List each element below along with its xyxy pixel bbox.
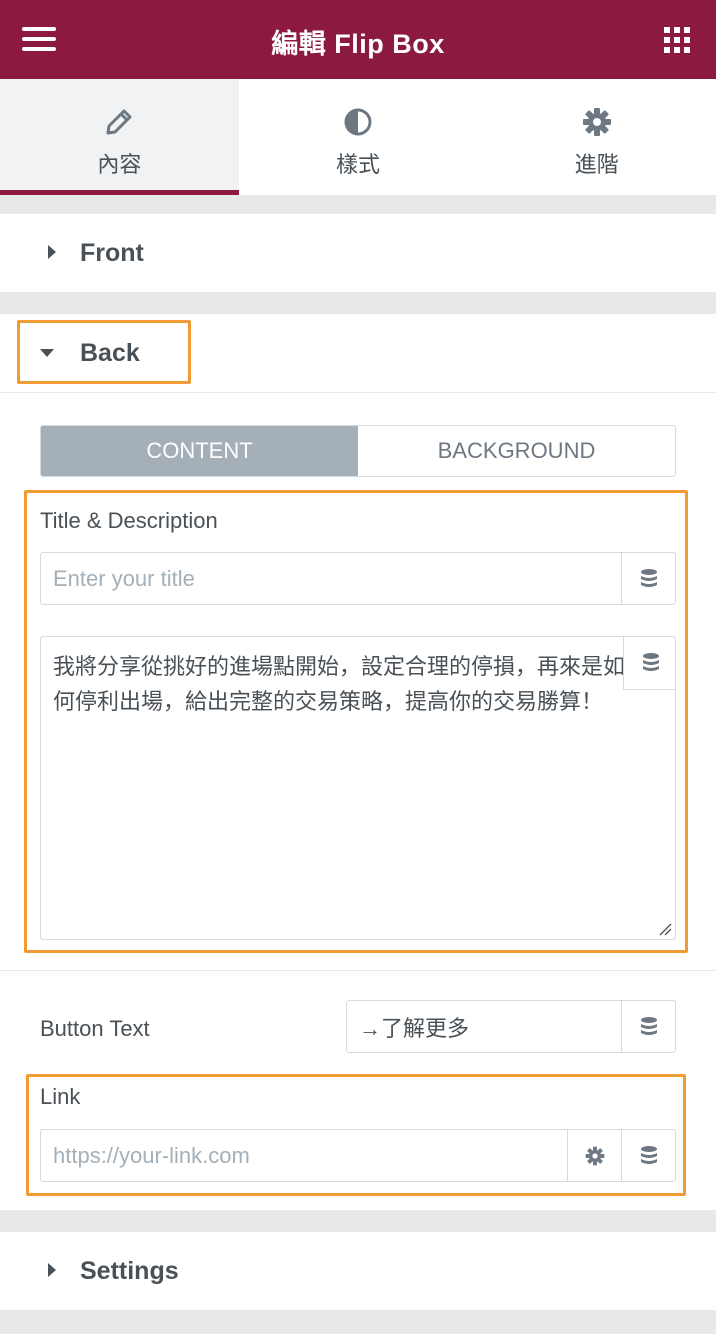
caret-right-icon — [48, 1263, 56, 1277]
settings-section: Settings — [0, 1232, 716, 1310]
settings-section-title: Settings — [80, 1257, 179, 1285]
highlight-title-description — [24, 490, 688, 953]
button-text-input-group — [346, 1000, 676, 1053]
background-switch-button[interactable]: BACKGROUND — [358, 426, 675, 476]
button-text-label: Button Text — [40, 1016, 150, 1041]
panel-title: 編輯 Flip Box — [271, 29, 445, 59]
tab-content-label: 內容 — [97, 152, 142, 177]
highlight-back-header — [17, 320, 191, 384]
tab-advanced[interactable]: 進階 — [477, 79, 716, 195]
panel-tabs: 內容 樣式 進階 — [0, 79, 716, 195]
tab-advanced-label: 進階 — [574, 152, 619, 177]
tab-style-label: 樣式 — [336, 152, 381, 177]
gear-icon — [582, 108, 611, 136]
caret-right-icon — [48, 245, 56, 259]
settings-section-header[interactable]: Settings — [0, 1232, 716, 1310]
divider — [0, 392, 716, 393]
button-text-input[interactable] — [347, 1001, 621, 1052]
button-text-dynamic-tags-button[interactable] — [621, 1001, 675, 1052]
front-section: Front — [0, 214, 716, 292]
pencil-icon — [106, 109, 132, 135]
tab-content[interactable]: 內容 — [0, 79, 239, 195]
tab-style[interactable]: 樣式 — [239, 79, 478, 195]
content-switch-button[interactable]: CONTENT — [41, 426, 358, 476]
front-section-title: Front — [80, 239, 144, 267]
divider — [0, 970, 716, 971]
content-background-switcher: CONTENT BACKGROUND — [40, 425, 676, 477]
database-icon — [641, 1017, 657, 1035]
editor-header: 編輯 Flip Box — [0, 0, 716, 79]
front-section-header[interactable]: Front — [0, 214, 716, 292]
highlight-link — [26, 1074, 686, 1196]
half-circle-icon — [344, 108, 372, 136]
grid-apps-icon[interactable] — [664, 27, 690, 53]
